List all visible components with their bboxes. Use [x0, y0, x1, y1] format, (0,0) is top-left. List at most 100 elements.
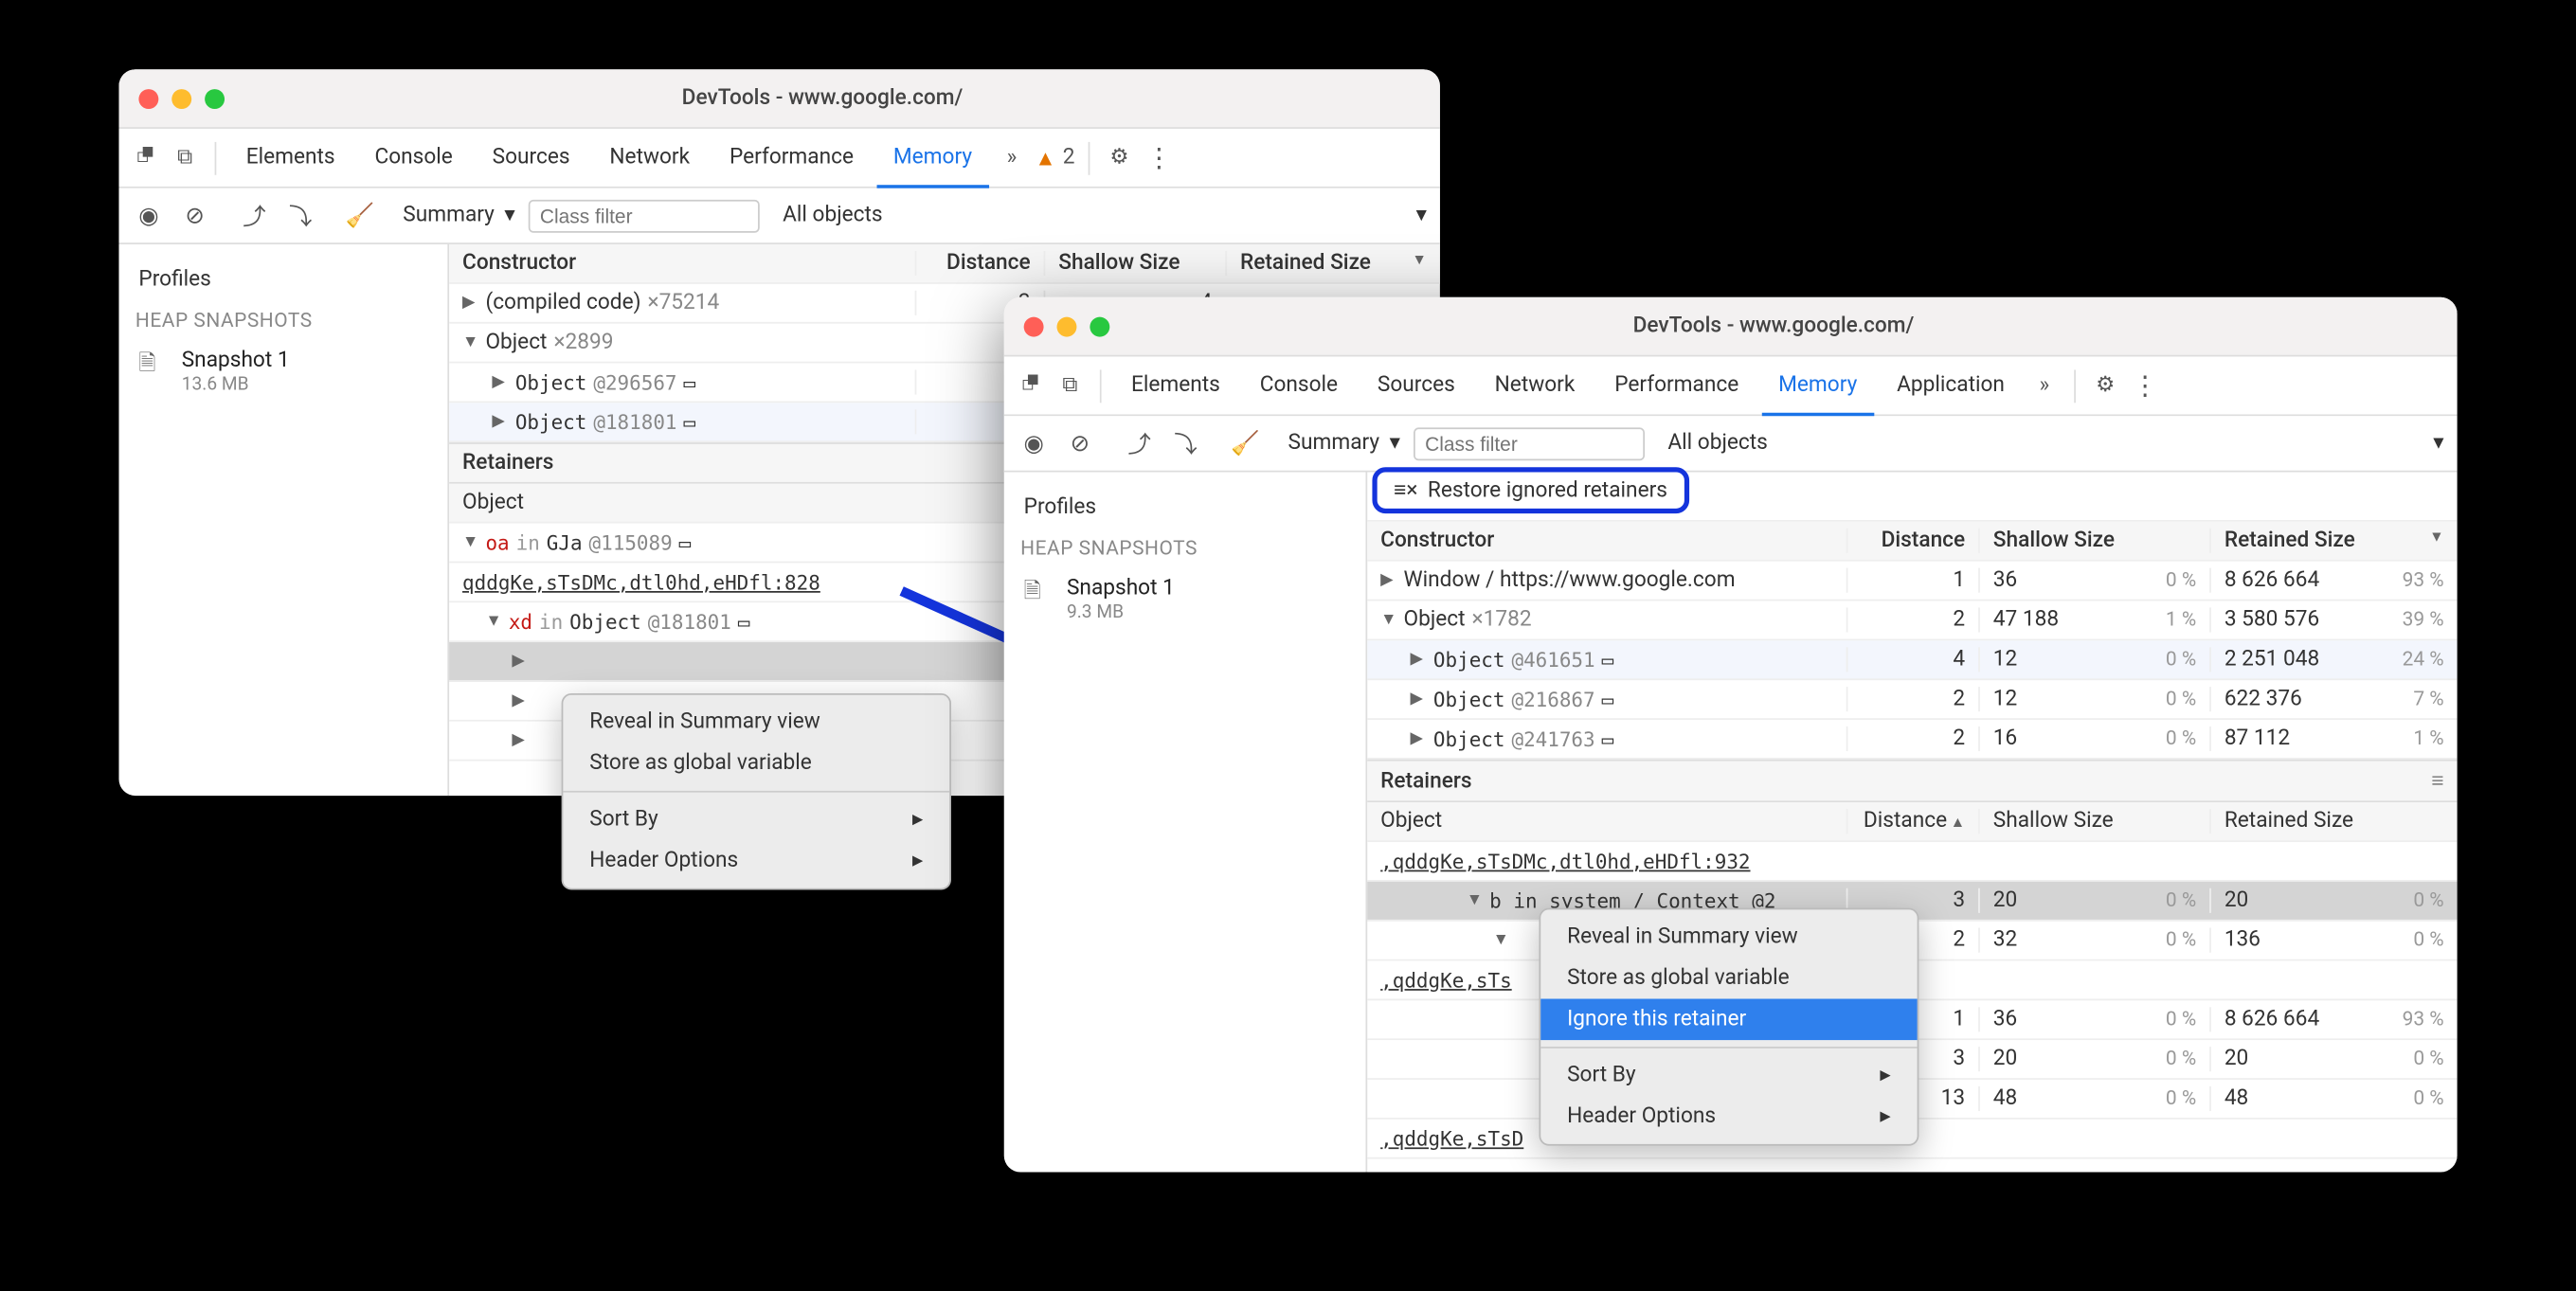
import-icon[interactable]: ⤵ — [1169, 427, 1202, 460]
traffic-lights[interactable] — [1024, 316, 1110, 336]
col-shallow[interactable]: Shallow Size — [1978, 529, 2209, 553]
settings-icon[interactable]: ⚙ — [1103, 145, 1136, 170]
profiles-sidebar: Profiles HEAP SNAPSHOTS 🗎 Snapshot 1 13.… — [118, 244, 449, 796]
import-icon[interactable]: ⤵ — [284, 199, 317, 232]
export-icon[interactable]: ⤴ — [1123, 427, 1156, 460]
constructor-row[interactable]: ▶Window / https://www.google.com 1 360 %… — [1367, 562, 2457, 601]
menu-sort-by[interactable]: Sort By▸ — [563, 799, 949, 841]
menu-header-options[interactable]: Header Options▸ — [563, 840, 949, 882]
disclosure-icon[interactable]: ▶ — [512, 652, 528, 670]
restore-label: Restore ignored retainers — [1428, 478, 1667, 503]
menu-store-global[interactable]: Store as global variable — [1540, 958, 1917, 999]
class-filter-input[interactable] — [529, 199, 760, 232]
col-retained[interactable]: Retained Size — [1225, 251, 1440, 276]
tab-application[interactable]: Application — [1881, 356, 2022, 416]
tabs-overflow-icon[interactable]: » — [995, 145, 1028, 170]
restore-ignored-retainers-button[interactable]: ≡× Restore ignored retainers — [1372, 467, 1688, 513]
clear-icon[interactable]: ⊘ — [1063, 430, 1096, 457]
constructor-row[interactable]: ▼Object ×1782 2 47 1881 % 3 580 57639 % — [1367, 601, 2457, 640]
disclosure-icon[interactable]: ▶ — [492, 413, 508, 431]
scope-select[interactable]: All objects — [783, 203, 882, 227]
col-constructor[interactable]: Constructor — [449, 251, 915, 276]
tab-sources[interactable]: Sources — [1360, 356, 1471, 416]
close-window-icon[interactable] — [1024, 316, 1044, 336]
sidebar-item-snapshot1[interactable]: 🗎 Snapshot 1 13.6 MB — [135, 342, 431, 402]
tab-elements[interactable]: Elements — [229, 128, 351, 188]
tab-sources[interactable]: Sources — [476, 128, 586, 188]
tab-performance[interactable]: Performance — [1598, 356, 1756, 416]
zoom-window-icon[interactable] — [205, 88, 225, 108]
scope-select[interactable]: All objects — [1667, 431, 1767, 456]
object-row[interactable]: ▶Object @461651 ▭ 4 120 % 2 251 04824 % — [1367, 640, 2457, 680]
traffic-lights[interactable] — [138, 88, 225, 108]
obj-id: @181801 — [648, 610, 731, 633]
view-select[interactable]: Summary▾ — [403, 203, 514, 227]
disclosure-icon[interactable]: ▶ — [492, 373, 508, 391]
minimize-window-icon[interactable] — [1057, 316, 1077, 336]
col-retained[interactable]: Retained Size — [2209, 809, 2457, 834]
col-shallow[interactable]: Shallow Size — [1978, 809, 2209, 834]
minimize-window-icon[interactable] — [171, 88, 191, 108]
dropdown-icon[interactable]: ▾ — [1416, 203, 1427, 227]
menu-reveal-summary[interactable]: Reveal in Summary view — [1540, 916, 1917, 958]
object-row[interactable]: ▶Object @216867 ▭ 2 120 % 622 3767 % — [1367, 680, 2457, 720]
retainer-link-row[interactable]: ,qddgKe,sTsDMc,dtl0hd,eHDfl:932 — [1367, 842, 2457, 882]
sidebar-item-snapshot1[interactable]: 🗎 Snapshot 1 9.3 MB — [1020, 569, 1349, 629]
clear-icon[interactable]: ⊘ — [178, 203, 211, 229]
object-row[interactable]: ▶Object @241763 ▭ 2 160 % 87 1121 % — [1367, 720, 2457, 760]
col-constructor[interactable]: Constructor — [1367, 529, 1846, 553]
record-icon[interactable]: ◉ — [1018, 430, 1051, 457]
disclosure-icon[interactable]: ▼ — [462, 333, 478, 351]
zoom-window-icon[interactable] — [1090, 316, 1109, 336]
class-filter-input[interactable] — [1414, 427, 1645, 460]
snapshot-name: Snapshot 1 — [182, 349, 290, 373]
issues-badge[interactable]: ▲2 — [1035, 145, 1074, 171]
menu-sort-by[interactable]: Sort By▸ — [1540, 1055, 1917, 1097]
close-window-icon[interactable] — [138, 88, 158, 108]
grid-header: Constructor Distance Shallow Size Retain… — [1367, 522, 2457, 562]
menu-header-options[interactable]: Header Options▸ — [1540, 1096, 1917, 1138]
col-object[interactable]: Object — [1367, 809, 1846, 834]
gc-icon[interactable]: 🧹 — [1229, 430, 1262, 457]
col-shallow[interactable]: Shallow Size — [1044, 251, 1226, 276]
disclosure-icon[interactable]: ▼ — [462, 533, 478, 551]
sidebar-section-heap: HEAP SNAPSHOTS — [135, 309, 431, 332]
col-distance[interactable]: Distance — [915, 251, 1044, 276]
row-count: ×75214 — [647, 291, 719, 315]
kebab-menu-icon[interactable]: ⋮ — [2129, 369, 2162, 401]
tab-network[interactable]: Network — [1478, 356, 1592, 416]
titlebar[interactable]: DevTools - www.google.com/ — [118, 69, 1439, 129]
device-toolbar-icon[interactable]: ⧉ — [1054, 373, 1087, 398]
inspect-icon[interactable]: ⮻ — [1014, 368, 1047, 403]
tabs-overflow-icon[interactable]: » — [2027, 373, 2061, 398]
disclosure-icon[interactable]: ▶ — [462, 294, 478, 312]
retainers-header: Object Distance Shallow Size Retained Si… — [1367, 802, 2457, 842]
titlebar[interactable]: DevTools - www.google.com/ — [1004, 297, 2458, 357]
tab-elements[interactable]: Elements — [1115, 356, 1237, 416]
inspect-icon[interactable]: ⮻ — [129, 139, 162, 175]
element-icon: ▭ — [679, 530, 692, 553]
col-distance[interactable]: Distance — [1846, 809, 1978, 834]
device-toolbar-icon[interactable]: ⧉ — [169, 145, 202, 170]
disclosure-icon[interactable]: ▼ — [485, 613, 501, 631]
restore-icon: ≡× — [1394, 477, 1417, 504]
tab-memory[interactable]: Memory — [1762, 356, 1874, 416]
view-select[interactable]: Summary▾ — [1288, 431, 1400, 456]
kebab-menu-icon[interactable]: ⋮ — [1143, 142, 1176, 173]
tab-network[interactable]: Network — [593, 128, 707, 188]
tab-memory[interactable]: Memory — [876, 128, 988, 188]
menu-ignore-retainer[interactable]: Ignore this retainer — [1540, 999, 1917, 1041]
tab-console[interactable]: Console — [358, 128, 469, 188]
col-distance[interactable]: Distance — [1846, 529, 1978, 553]
gc-icon[interactable]: 🧹 — [344, 203, 377, 229]
context-menu-right[interactable]: Reveal in Summary view Store as global v… — [1539, 908, 1918, 1146]
memory-toolbar: ◉ ⊘ ⤴ ⤵ 🧹 Summary▾ All objects ▾ — [118, 188, 1439, 244]
record-icon[interactable]: ◉ — [132, 203, 165, 229]
settings-icon[interactable]: ⚙ — [2089, 373, 2122, 398]
tab-performance[interactable]: Performance — [713, 128, 871, 188]
panel-menu-icon[interactable]: ≡ — [2431, 767, 2443, 794]
tab-console[interactable]: Console — [1243, 356, 1354, 416]
prop-name: xd — [509, 610, 532, 633]
col-retained[interactable]: Retained Size — [2209, 529, 2457, 553]
export-icon[interactable]: ⤴ — [238, 199, 271, 232]
